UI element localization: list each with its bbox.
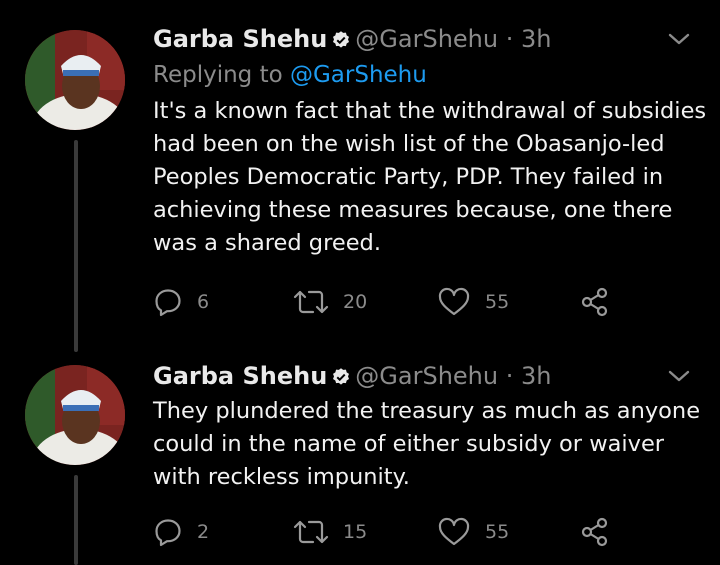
tweet-text: It's a known fact that the withdrawal of… xyxy=(153,98,707,256)
like-count: 55 xyxy=(485,291,510,313)
tweet-2[interactable]: Garba Shehu @GarShehu · 3h They plundered… xyxy=(0,345,720,565)
author-name[interactable]: Garba Shehu xyxy=(153,25,327,53)
chevron-down-icon[interactable] xyxy=(666,363,692,389)
tweet-actions: 6 20 55 xyxy=(153,282,613,322)
separator-dot: · xyxy=(505,25,514,53)
share-icon xyxy=(581,287,608,317)
retweet-button[interactable]: 15 xyxy=(293,512,367,552)
author-avatar[interactable] xyxy=(25,365,125,465)
retweet-button[interactable]: 20 xyxy=(293,282,367,322)
retweet-count: 15 xyxy=(343,521,368,543)
thread-line xyxy=(74,140,78,352)
replying-prefix: Replying to xyxy=(153,62,283,88)
share-icon xyxy=(581,517,608,547)
avatar-photo xyxy=(25,365,125,465)
share-button[interactable] xyxy=(578,512,612,552)
reply-count: 2 xyxy=(197,521,210,543)
reply-button[interactable]: 2 xyxy=(153,512,209,552)
retweet-count: 20 xyxy=(343,291,368,313)
tweet-actions: 2 15 55 xyxy=(153,512,613,552)
tweet-1[interactable]: Garba Shehu @GarShehu · 3h Replying to @G… xyxy=(0,0,720,352)
verified-badge-icon xyxy=(333,368,350,385)
like-count: 55 xyxy=(485,521,510,543)
reply-count: 6 xyxy=(197,291,210,313)
tweet-time[interactable]: 3h xyxy=(521,25,551,53)
separator-dot: · xyxy=(505,362,514,390)
author-name[interactable]: Garba Shehu xyxy=(153,362,327,390)
retweet-icon xyxy=(293,290,329,314)
avatar-photo xyxy=(25,30,125,130)
tweet-text: They plundered the treasury as much as a… xyxy=(153,398,701,490)
tweet-header: Garba Shehu @GarShehu · 3h xyxy=(153,361,552,391)
author-handle[interactable]: @GarShehu xyxy=(355,25,498,53)
author-handle[interactable]: @GarShehu xyxy=(355,362,498,390)
like-button[interactable]: 55 xyxy=(437,512,509,552)
reply-icon xyxy=(155,519,181,547)
like-icon xyxy=(438,287,470,316)
chevron-down-icon[interactable] xyxy=(666,26,692,52)
author-avatar[interactable] xyxy=(25,30,125,130)
share-button[interactable] xyxy=(578,282,612,322)
tweet-time[interactable]: 3h xyxy=(521,362,551,390)
reply-button[interactable]: 6 xyxy=(153,282,209,322)
retweet-icon xyxy=(293,520,329,544)
like-icon xyxy=(438,517,470,546)
tweet-header: Garba Shehu @GarShehu · 3h xyxy=(153,24,552,54)
replying-to: Replying to @GarShehu xyxy=(153,60,427,90)
replying-mention-link[interactable]: @GarShehu xyxy=(290,62,427,88)
verified-badge-icon xyxy=(333,31,350,48)
like-button[interactable]: 55 xyxy=(437,282,509,322)
reply-icon xyxy=(155,289,181,317)
